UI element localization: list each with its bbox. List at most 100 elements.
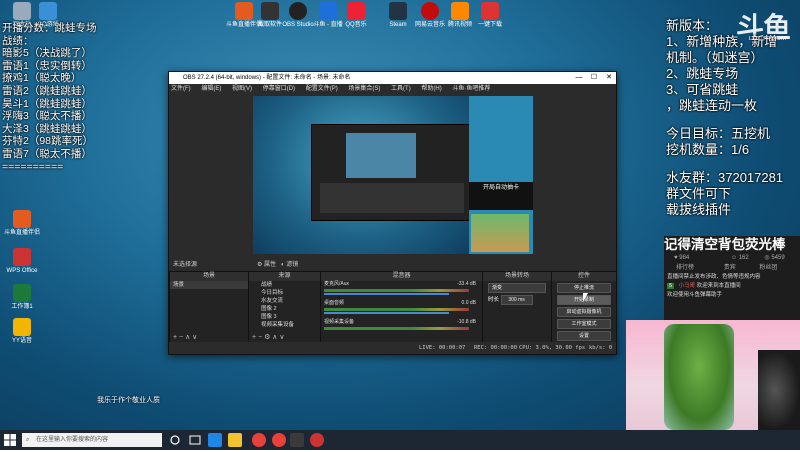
stop-streaming-button[interactable]: 停止推流 [557,283,611,293]
menu-help[interactable]: 帮助(H) [421,86,441,92]
close-icon[interactable]: ✕ [602,72,616,84]
menu-tools[interactable]: 工具(T) [391,86,411,92]
overlay-line: 开播分数：跳蛙专场 [2,22,97,34]
duration-input[interactable]: 300 ms [500,295,533,305]
file-explorer-icon[interactable] [188,433,202,447]
rec-timer: REC: 00:00:00 [474,345,518,351]
obs-titlebar[interactable]: OBS 27.2.4 (64-bit, windows) - 配置文件: 未命名… [169,72,616,84]
transitions-dock: 场景转场 渐变 时长 300 ms [482,271,552,343]
obs-taskbar-icon[interactable] [310,433,324,447]
scene-dock-controls[interactable]: + − ∧ ∨ [170,333,251,342]
obs-statusbar: LIVE: 00:00:07 REC: 00:00:00 CPU: 3.0%, … [169,342,616,354]
menu-docks[interactable]: 停靠窗口(D) [263,86,295,92]
desktop-icon-douyu-companion[interactable]: 斗鱼直播伴侣 [0,210,44,237]
volume-slider[interactable] [324,293,449,295]
stream-info-overlay: 新版本： 1、新增种族，新增 机制。（如迷宫） 2、跳蛙专场 3、可省跳蛙 ，跳… [666,18,798,218]
tab-fans[interactable]: 粉丝团 [759,265,777,271]
overlay-line: 雷语2（跳蛙跳蛙） [2,84,92,97]
preview-image [471,214,529,252]
edge-browser-icon[interactable] [208,433,222,447]
virtual-camera-button[interactable]: 启动虚拟摄像机 [557,307,611,317]
preview-text-block: 开局自动抽卡 [469,182,533,210]
bottom-caption: 我乐于作个敬业人质 [97,397,160,404]
overlay-line: 浮嗨3（聪太不播） [2,110,92,123]
source-item[interactable]: 图像 3 [249,313,320,321]
maximize-icon[interactable]: ☐ [587,72,601,84]
task-view-icon[interactable] [168,433,182,447]
webcam-overlay [626,320,800,430]
tab-rank[interactable]: 排行榜 [676,265,694,271]
source-item[interactable]: 视频采集设备 [249,321,320,329]
audio-mixer-dock: 混音器 麦克风/Aux -33.4 dB 桌面音频 0.0 dB 视频采集设备 -10… [320,271,483,343]
folder-icon[interactable] [228,433,242,447]
chat-stats: ♥ 984 ☺ 162 ◎ 5459 [674,255,785,261]
controls-dock: 控件 停止推流 开始录制 启动虚拟摄像机 工作室模式 设置 退出 [551,271,617,353]
search-icon: ⌕ [26,437,30,443]
live-timer: LIVE: 00:00:07 [419,345,466,351]
group-line: 群文件可下 [666,186,732,201]
desktop-icon-qqmusic[interactable]: QQ音乐 [334,2,378,29]
taskbar-search-input[interactable]: ⌕ 在这里输入你要搜索的内容 [22,433,162,447]
scene-item[interactable]: 场景 [170,281,248,289]
welcome-message: 欢迎使用斗鱼弹幕助手 [667,292,723,298]
windows-start-icon[interactable] [4,434,16,446]
menu-douyu[interactable]: 斗鱼·鱼吧推荐 [452,86,490,92]
mixer-channel[interactable]: 麦克风/Aux -33.4 dB [321,281,482,300]
source-dock-controls[interactable]: + − ⚙ ∧ ∨ [249,333,323,342]
menu-scene-collection[interactable]: 场景集合(S) [348,86,380,92]
source-item[interactable]: 图像 2 [249,305,320,313]
transition-select[interactable]: 渐变 [488,283,546,293]
no-source-selected: 未选择源 [173,262,198,268]
version-line: 1、新增种族，新增 [666,34,778,49]
desktop-icon-downloader[interactable]: 一键下载 [468,2,512,29]
chat-panel: 记得清空背包荧光棒 ♥ 984 ☺ 162 ◎ 5459 排行榜 贵宾 粉丝团 … [664,236,800,320]
stream-record-overlay: 开播分数：跳蛙专场 战绩： 暗影5（决战跳了） 雷语1（忠实倒转） 撩鸡1（聪太… [2,22,122,173]
overlay-line: 战绩： [2,34,34,47]
chat-title-banner: 记得清空背包荧光棒 [664,237,786,252]
douyu-app-icon[interactable] [272,433,286,447]
frog-card-image [664,324,734,430]
menu-view[interactable]: 视图(V) [232,86,252,92]
version-line: 3、可省跳蛙 [666,82,739,97]
overlay-line: ========== [2,160,64,173]
mixer-channel[interactable]: 桌面音频 0.0 dB [321,300,482,319]
menu-file[interactable]: 文件(F) [171,86,191,92]
version-line: 新版本： [666,18,719,33]
system-message: 直播间禁止发布涉政、色情等违规内容 [667,274,761,280]
source-toolbar: 未选择源 ⚙ 属性 ◐ 滤镜 [169,260,616,270]
preview-nested-obs [311,124,473,221]
tab-vip[interactable]: 贵宾 [724,265,736,271]
overlay-line: 暗影5（决战跳了） [2,47,92,60]
filters-button[interactable]: ◐ 滤镜 [281,260,298,270]
properties-button[interactable]: ⚙ 属性 [257,260,276,270]
source-item[interactable]: 水友交流 [249,297,320,305]
overlay-line: 雷语7（聪太不播） [2,147,92,160]
desktop-icon-yy[interactable]: YY语音 [0,318,44,345]
source-item[interactable]: 战绩 [249,281,320,289]
goal-line: 挖机数量：1/6 [666,142,750,157]
studio-mode-button[interactable]: 工作室模式 [557,319,611,329]
volume-slider[interactable] [324,312,449,314]
desktop-icon-wps[interactable]: WPS Office [0,248,44,275]
mixer-channel[interactable]: 视频采集设备 -10.8 dB [321,319,482,338]
obs-preview[interactable]: 开局自动抽卡 [253,96,533,254]
menu-profile[interactable]: 配置文件(P) [306,86,338,92]
menu-edit[interactable]: 编辑(E) [201,86,221,92]
bitrate: kb/s: 0 [589,345,613,351]
netease-music-icon[interactable] [252,433,266,447]
version-line: 机制。（如迷宫） [666,50,764,65]
overlay-line: 芬特2（98跳率死） [2,135,94,148]
taskbar-app-icon[interactable] [290,433,304,447]
minimize-icon[interactable]: — [572,72,586,84]
desktop-icon-workbook[interactable]: 工作簿1 [0,284,44,311]
scenes-dock: 场景 场景 + − ∧ ∨ [169,271,249,343]
settings-button[interactable]: 设置 [557,331,611,341]
group-line: 水友群：372017281 [666,170,784,185]
chat-message: 5 小马哥 欢迎来到本直播间 [667,283,741,289]
overlay-line: 撩鸡1（聪太晚） [2,72,82,85]
source-item[interactable]: 今日目标 [249,289,320,297]
obs-menubar: 文件(F) 编辑(E) 视图(V) 停靠窗口(D) 配置文件(P) 场景集合(S… [169,84,616,94]
obs-window[interactable]: OBS 27.2.4 (64-bit, windows) - 配置文件: 未命名… [168,71,617,355]
chat-tabs: 排行榜 贵宾 粉丝团 [664,263,800,273]
level-badge: 5 [667,283,675,289]
